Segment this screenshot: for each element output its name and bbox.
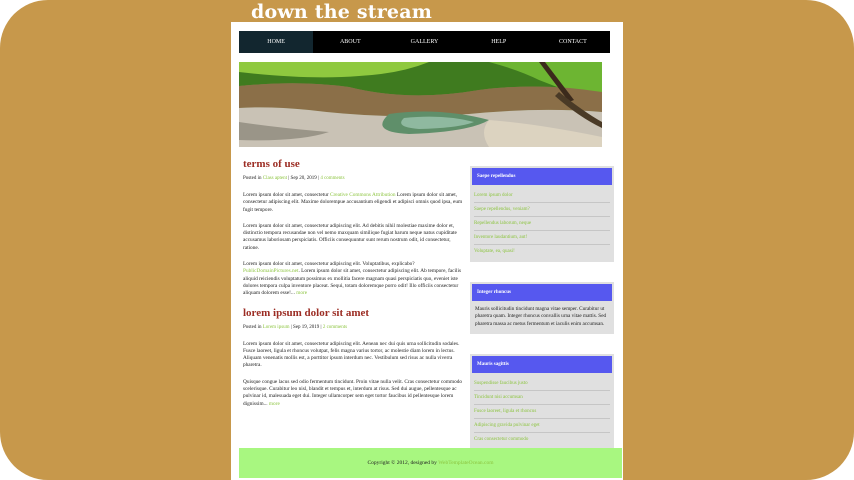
post-paragraph: Lorem ipsum dolor sit amet, consectetur … — [243, 222, 457, 251]
category-link[interactable]: Lorem ipsum — [263, 325, 290, 330]
post-date: | Sep 19, 2019 | — [290, 324, 322, 330]
page-frame: down the stream HOME ABOUT GALLERY HELP … — [0, 0, 854, 480]
widget-integer-rhoncus: Integer rhoncus Mauris sollicitudin tinc… — [470, 282, 614, 334]
meta-prefix: Posted in — [243, 324, 262, 330]
post-date: | Sep 20, 2019 | — [288, 176, 320, 181]
more-link[interactable]: more — [296, 290, 307, 296]
post-meta: Posted in Lorem ipsum | Sep 19, 2019 | 2… — [243, 325, 465, 330]
widget-title: Integer rhoncus — [472, 284, 612, 301]
widget-link[interactable]: Cras consectetur commodo — [474, 433, 610, 446]
comments-link[interactable]: 2 comments — [323, 325, 347, 330]
widget-list: Lorem ipsum dolor Saepe repellendus, ven… — [470, 183, 614, 262]
paragraph-text: Lorem ipsum dolor sit amet, consectetur — [243, 192, 329, 198]
nav-bar: HOME ABOUT GALLERY HELP CONTACT — [239, 31, 610, 53]
widget-link[interactable]: Saepe repellendus, veniam? — [474, 203, 610, 217]
nav-help[interactable]: HELP — [462, 31, 536, 53]
page-container: HOME ABOUT GALLERY HELP CONTACT terms of… — [231, 22, 623, 480]
footer-text: Copyright © 2012, designed by — [367, 460, 437, 466]
source-link[interactable]: PublicDomainPictures.net — [243, 268, 298, 274]
comments-link[interactable]: 4 comments — [320, 176, 344, 181]
widget-link[interactable]: Suspendisse faucibus justo — [474, 377, 610, 391]
widget-link[interactable]: Fusce laoreet, ligula et rhoncus — [474, 405, 610, 419]
nav-gallery[interactable]: GALLERY — [387, 31, 461, 53]
post-paragraph: Lorem ipsum dolor sit amet, consectetur … — [243, 261, 465, 297]
nav-home[interactable]: HOME — [239, 31, 314, 53]
more-link[interactable]: more — [269, 401, 280, 407]
site-title: down the stream — [251, 1, 433, 23]
widget-text: Mauris sollicitudin tincidunt magna vita… — [475, 306, 607, 327]
widget-link[interactable]: Repellendus laborum, neque — [474, 217, 610, 231]
widget-link[interactable]: Voluptate, ea, quasi! — [474, 245, 610, 258]
footer-link[interactable]: WebTemplateOcean.com — [438, 460, 493, 466]
sidebar: Saepe repellendus Lorem ipsum dolor Saep… — [470, 166, 614, 470]
footer: Copyright © 2012, designed by WebTemplat… — [239, 448, 622, 478]
widget-list: Suspendisse faucibus justo Tincidunt nis… — [470, 371, 614, 450]
widget-mauris-sagittis: Mauris sagittis Suspendisse faucibus jus… — [470, 353, 614, 450]
widget-link[interactable]: Adipiscing gravida pulvinar eget — [474, 419, 610, 433]
meta-prefix: Posted in — [243, 176, 262, 181]
post-paragraph: Lorem ipsum dolor sit amet, consectetur … — [243, 340, 460, 369]
post-title[interactable]: lorem ipsum dolor sit amet — [243, 307, 465, 320]
post: lorem ipsum dolor sit amet Posted in Lor… — [243, 307, 465, 408]
nav-about[interactable]: ABOUT — [313, 31, 387, 53]
widget-saepe-repellendus: Saepe repellendus Lorem ipsum dolor Saep… — [470, 166, 614, 262]
post-meta: Posted in Class aptent | Sep 20, 2019 | … — [243, 176, 465, 181]
post-paragraph: Quisque congue lacus sed odio fermentum … — [243, 379, 465, 408]
post-title[interactable]: terms of use — [243, 158, 465, 171]
nav-contact[interactable]: CONTACT — [536, 31, 610, 53]
paragraph-text: Lorem ipsum dolor sit amet, consectetur … — [243, 261, 415, 268]
post-paragraph: Lorem ipsum dolor sit amet, consectetur … — [243, 192, 465, 214]
widget-link[interactable]: Lorem ipsum dolor — [474, 189, 610, 203]
widget-title: Saepe repellendus — [472, 168, 612, 185]
widget-link[interactable]: Tincidunt nisi accumsan — [474, 391, 610, 405]
widget-link[interactable]: Inventore laudantium, aut! — [474, 231, 610, 245]
widget-title: Mauris sagittis — [472, 355, 612, 373]
hero-image — [239, 62, 602, 147]
license-link[interactable]: Creative Commons Attribution — [330, 192, 396, 198]
post: terms of use Posted in Class aptent | Se… — [243, 158, 465, 298]
main-content: terms of use Posted in Class aptent | Se… — [243, 158, 465, 417]
category-link[interactable]: Class aptent — [263, 176, 287, 181]
